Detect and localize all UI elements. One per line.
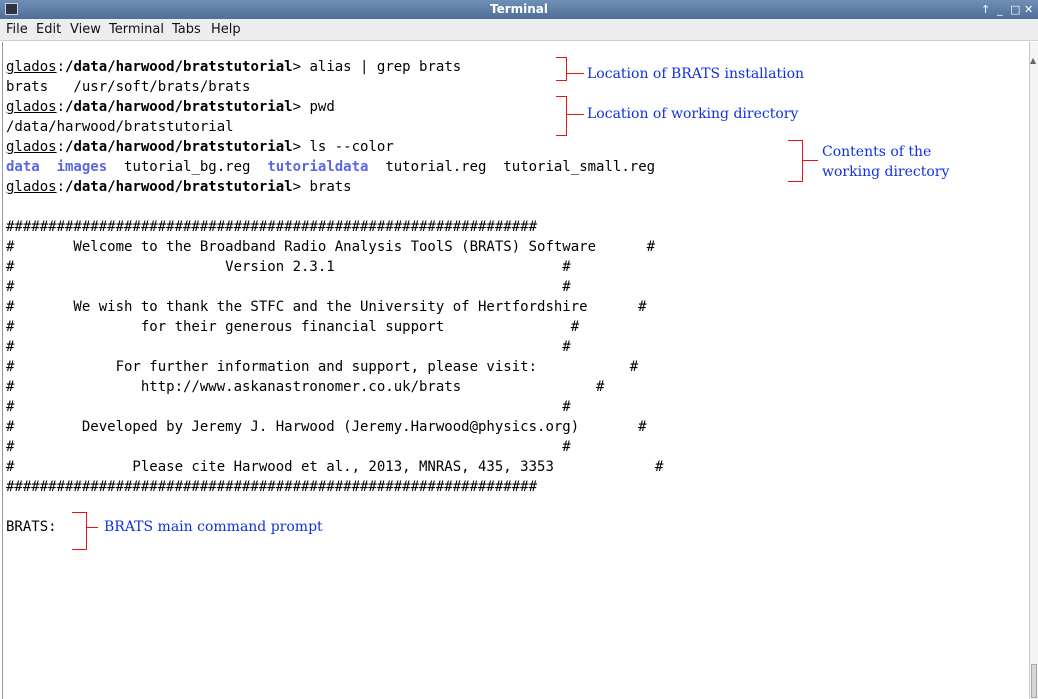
ls-file-entry: tutorial.reg (385, 159, 487, 175)
banner-line: # Please cite Harwood et al., 2013, MNRA… (6, 459, 664, 475)
annotation-contents-line1: Contents of the (822, 144, 932, 160)
prompt-char: > (292, 99, 302, 115)
annotation-bracket (788, 140, 803, 182)
scroll-up-icon[interactable]: ▲ (1030, 56, 1036, 65)
banner-line: # Developed by Jeremy J. Harwood (Jeremy… (6, 419, 647, 435)
banner-line: ########################################… (6, 479, 538, 495)
prompt-path: /data/harwood/bratstutorial (65, 179, 293, 195)
command-text: pwd (301, 99, 335, 115)
banner-line: # # (6, 399, 571, 415)
annotation-installation: Location of BRATS installation (587, 66, 805, 82)
menu-tabs[interactable]: Tabs (172, 22, 201, 38)
window-titlebar[interactable]: Terminal ↑ _ □ ✕ (0, 0, 1038, 19)
annotation-bracket-tick (566, 73, 584, 74)
maximize-button[interactable]: □ (1010, 1, 1020, 18)
ls-dir-entry: images (56, 159, 108, 175)
banner-line: # http://www.askanastronomer.co.uk/brats… (6, 379, 605, 395)
annotation-bracket-tick (566, 114, 584, 115)
ls-file-entry: tutorial_small.reg (503, 159, 656, 175)
command-text: brats (301, 179, 352, 195)
annotation-contents-line2: working directory (822, 164, 950, 180)
banner-line: # Welcome to the Broadband Radio Analysi… (6, 239, 656, 255)
annotation-main-prompt: BRATS main command prompt (104, 519, 323, 535)
banner-line: # # (6, 279, 571, 295)
prompt-host: glados (6, 139, 57, 155)
ls-dir-entry: data (6, 159, 40, 175)
banner-line: ########################################… (6, 219, 538, 235)
banner-line: # # (6, 439, 571, 455)
banner-line: # Version 2.3.1 # (6, 259, 571, 275)
banner-line: # for their generous financial support # (6, 319, 580, 335)
menubar: File Edit View Terminal Tabs Help (0, 19, 1038, 41)
terminal-line-pwd: glados:/data/harwood/bratstutorial> pwd (6, 99, 335, 115)
terminal-line-pwd-output: /data/harwood/bratstutorial (6, 119, 234, 135)
close-button[interactable]: ✕ (1024, 1, 1033, 18)
menu-terminal[interactable]: Terminal (109, 22, 164, 38)
banner-line: # # (6, 339, 571, 355)
annotation-bracket (556, 96, 567, 136)
prompt-char: > (292, 139, 302, 155)
annotation-working-dir: Location of working directory (587, 106, 799, 122)
window-title: Terminal (489, 2, 549, 16)
minimize-button[interactable]: _ (997, 1, 1003, 18)
prompt-host: glados (6, 59, 57, 75)
prompt-host: glados (6, 99, 57, 115)
annotation-bracket-tick (86, 527, 98, 528)
prompt-char: > (292, 59, 302, 75)
command-text: ls --color (301, 139, 394, 155)
banner-line: # For further information and support, p… (6, 359, 639, 375)
menu-help[interactable]: Help (211, 22, 241, 38)
brats-prompt: BRATS: (6, 519, 57, 535)
terminal-line-ls-output: data images tutorial_bg.reg tutorialdata… (6, 158, 655, 178)
prompt-host: glados (6, 179, 57, 195)
scrollbar[interactable]: ▲ (1029, 42, 1038, 699)
ls-dir-entry: tutorialdata (267, 159, 369, 175)
menu-file[interactable]: File (6, 22, 28, 38)
shade-button[interactable]: ↑ (981, 1, 990, 18)
terminal-line-alias-output: brats /usr/soft/brats/brats (6, 79, 251, 95)
prompt-path: /data/harwood/bratstutorial (65, 99, 293, 115)
menu-view[interactable]: View (70, 22, 101, 38)
prompt-char: > (292, 179, 302, 195)
command-text: alias | grep brats (301, 59, 462, 75)
scrollbar-thumb[interactable] (1031, 664, 1037, 698)
banner-line: # We wish to thank the STFC and the Univ… (6, 299, 647, 315)
ls-file-entry: tutorial_bg.reg (124, 159, 251, 175)
terminal-line-alias: glados:/data/harwood/bratstutorial> alia… (6, 59, 462, 75)
terminal-line-ls: glados:/data/harwood/bratstutorial> ls -… (6, 139, 394, 155)
menu-edit[interactable]: Edit (36, 22, 61, 38)
annotation-bracket-tick (802, 160, 818, 161)
annotation-bracket (556, 57, 567, 81)
annotation-bracket (72, 512, 87, 550)
prompt-path: /data/harwood/bratstutorial (65, 59, 293, 75)
terminal-line-brats: glados:/data/harwood/bratstutorial> brat… (6, 179, 352, 195)
prompt-path: /data/harwood/bratstutorial (65, 139, 293, 155)
